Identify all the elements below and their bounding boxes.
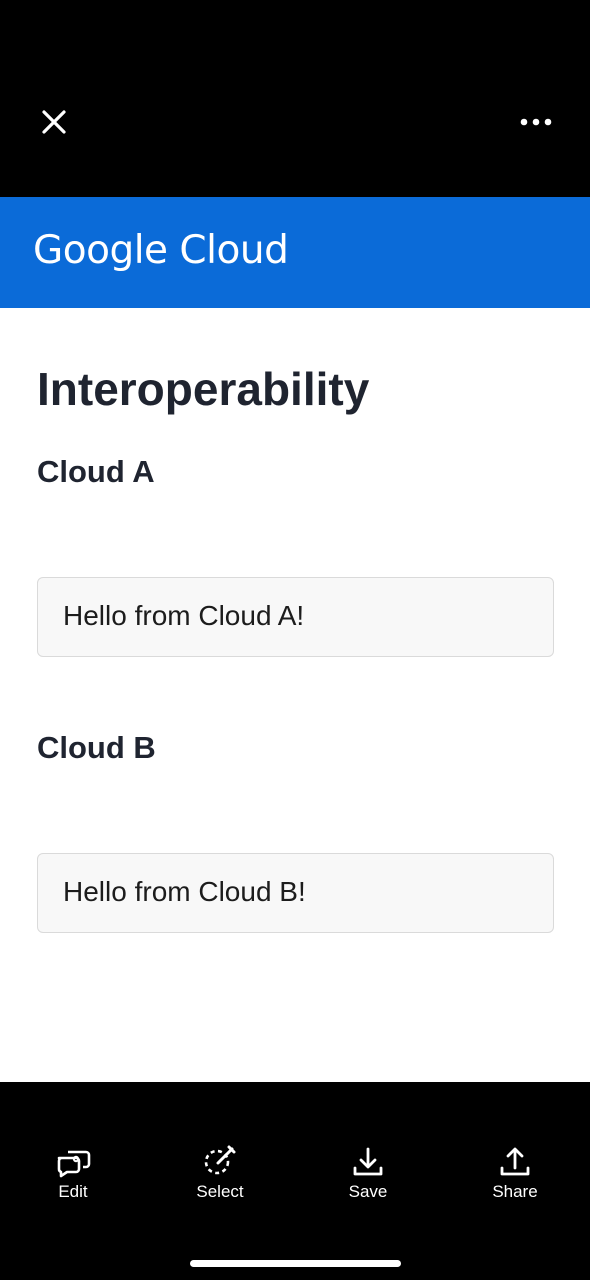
- share-label: Share: [492, 1182, 538, 1201]
- save-label: Save: [348, 1182, 388, 1201]
- edit-button[interactable]: Edit: [18, 1146, 128, 1202]
- select-icon: [204, 1145, 236, 1175]
- more-options-button[interactable]: [512, 104, 560, 140]
- home-indicator[interactable]: [190, 1260, 401, 1267]
- screenshot-content: Google Cloud Interoperability Cloud A He…: [0, 197, 590, 1082]
- select-button[interactable]: Select: [165, 1144, 275, 1202]
- section-title-cloud-a: Cloud A: [37, 454, 155, 489]
- save-button[interactable]: Save: [313, 1146, 423, 1202]
- page-title: Interoperability: [37, 363, 370, 415]
- google-cloud-logo: Google Cloud: [33, 228, 289, 273]
- message-box-cloud-a: Hello from Cloud A!: [37, 577, 554, 657]
- edit-label: Edit: [58, 1182, 88, 1201]
- select-label: Select: [196, 1182, 244, 1201]
- message-box-cloud-b: Hello from Cloud B!: [37, 853, 554, 933]
- close-button[interactable]: [34, 102, 74, 142]
- message-text: Hello from Cloud B!: [63, 876, 306, 907]
- section-title-cloud-b: Cloud B: [37, 730, 156, 765]
- close-icon: [42, 110, 66, 134]
- share-icon: [500, 1147, 530, 1176]
- viewer-top-bar: [0, 0, 590, 197]
- share-button[interactable]: Share: [460, 1146, 570, 1202]
- message-text: Hello from Cloud A!: [63, 600, 305, 631]
- download-icon: [353, 1147, 383, 1176]
- more-horizontal-icon: [520, 118, 552, 126]
- bottom-toolbar: Edit Select Save Share: [0, 1082, 590, 1280]
- brand-header: Google Cloud: [0, 197, 590, 308]
- edit-icon: [57, 1150, 91, 1178]
